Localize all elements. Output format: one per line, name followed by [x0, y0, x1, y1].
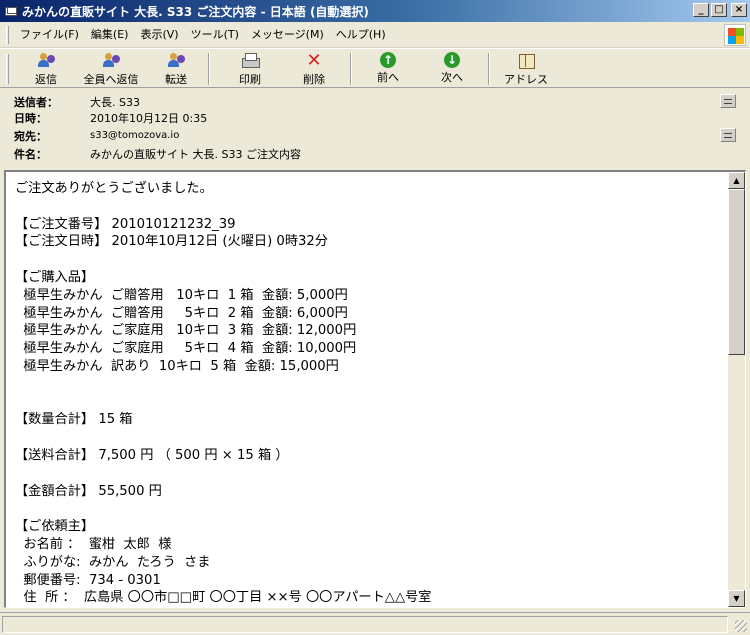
delete-icon: ✕ [306, 50, 322, 71]
down-arrow-icon: ↓ [444, 52, 460, 68]
subject-row: 件名： みかんの直販サイト 大長. S33 ご注文内容 [14, 146, 301, 162]
printer-icon [241, 52, 260, 70]
reply-label: 返信 [35, 73, 57, 86]
close-button[interactable]: × [731, 3, 747, 17]
next-button[interactable]: ↓ 次へ [430, 51, 474, 87]
menubar-grip[interactable] [6, 26, 9, 44]
toolbar-separator [488, 53, 490, 85]
menu-edit[interactable]: 編集(E) [85, 25, 135, 45]
up-arrow-icon: ↑ [380, 52, 396, 68]
message-header: 送信者： 大長. S33 日時： 2010年10月12日 0:35 宛先： s3… [0, 88, 750, 166]
expand-from-button[interactable] [720, 94, 736, 108]
date-label: 日時： [14, 112, 47, 125]
scroll-up-button[interactable]: ▲ [728, 172, 745, 189]
to-value: s33@tomozova.io [90, 130, 180, 141]
to-label: 宛先： [14, 130, 47, 143]
menu-file[interactable]: ファイル(F) [14, 25, 85, 45]
reply-button[interactable]: 返信 [26, 51, 66, 87]
reply-all-icon [102, 52, 120, 70]
previous-label: 前へ [377, 71, 399, 84]
reply-all-button[interactable]: 全員へ返信 [78, 51, 144, 87]
reply-all-label: 全員へ返信 [83, 73, 139, 86]
forward-label: 転送 [165, 73, 187, 86]
title-bar: みかんの直販サイト 大長. S33 ご注文内容 - 日本語 (自動選択) _ □… [0, 0, 750, 22]
from-row: 送信者： 大長. S33 [14, 94, 140, 110]
status-cell [2, 616, 728, 633]
forward-button[interactable]: 転送 [156, 51, 196, 87]
reply-icon [37, 52, 55, 70]
window-controls: _ □ × [693, 3, 747, 17]
address-book-icon [517, 52, 535, 70]
menu-view[interactable]: 表示(V) [134, 25, 184, 45]
subject-label: 件名： [14, 148, 47, 161]
menu-tools[interactable]: ツール(T) [185, 25, 245, 45]
previous-button[interactable]: ↑ 前へ [366, 51, 410, 87]
minimize-button[interactable]: _ [693, 3, 709, 17]
resize-grip[interactable] [735, 620, 747, 632]
print-label: 印刷 [239, 73, 261, 86]
from-label: 送信者： [14, 96, 58, 109]
forward-icon [167, 52, 185, 70]
toolbar: 返信 全員へ返信 転送 印刷 ✕ 削除 ↑ 前へ ↓ 次へ アドレス [0, 48, 750, 88]
delete-button[interactable]: ✕ 削除 [292, 51, 336, 87]
expand-to-button[interactable] [720, 128, 736, 142]
toolbar-separator [208, 53, 210, 85]
mail-icon [4, 4, 18, 18]
to-row: 宛先： s33@tomozova.io [14, 128, 179, 144]
menu-help[interactable]: ヘルプ(H) [330, 25, 392, 45]
delete-label: 削除 [303, 73, 325, 86]
menu-bar: ファイル(F) 編集(E) 表示(V) ツール(T) メッセージ(M) ヘルプ(… [0, 22, 750, 48]
message-body-text: ご注文ありがとうございました。 【ご注文番号】 201010121232_39 … [15, 181, 432, 606]
address-book-button[interactable]: アドレス [500, 51, 552, 87]
windows-logo-icon [724, 24, 746, 46]
from-value: 大長. S33 [90, 96, 140, 109]
status-bar [0, 612, 750, 635]
date-value: 2010年10月12日 0:35 [90, 112, 208, 125]
subject-value: みかんの直販サイト 大長. S33 ご注文内容 [90, 148, 301, 161]
toolbar-separator [350, 53, 352, 85]
menu-message[interactable]: メッセージ(M) [245, 25, 330, 45]
date-row: 日時： 2010年10月12日 0:35 [14, 110, 207, 126]
window-title: みかんの直販サイト 大長. S33 ご注文内容 - 日本語 (自動選択) [22, 4, 369, 19]
toolbar-grip[interactable] [6, 54, 9, 84]
scroll-thumb[interactable] [728, 189, 745, 355]
message-body-pane[interactable]: ご注文ありがとうございました。 【ご注文番号】 201010121232_39 … [4, 170, 746, 608]
next-label: 次へ [441, 71, 463, 84]
address-book-label: アドレス [504, 73, 548, 86]
maximize-button[interactable]: □ [711, 3, 727, 17]
scroll-down-button[interactable]: ▼ [728, 590, 745, 607]
vertical-scrollbar[interactable]: ▲ ▼ [728, 172, 745, 607]
print-button[interactable]: 印刷 [228, 51, 272, 87]
